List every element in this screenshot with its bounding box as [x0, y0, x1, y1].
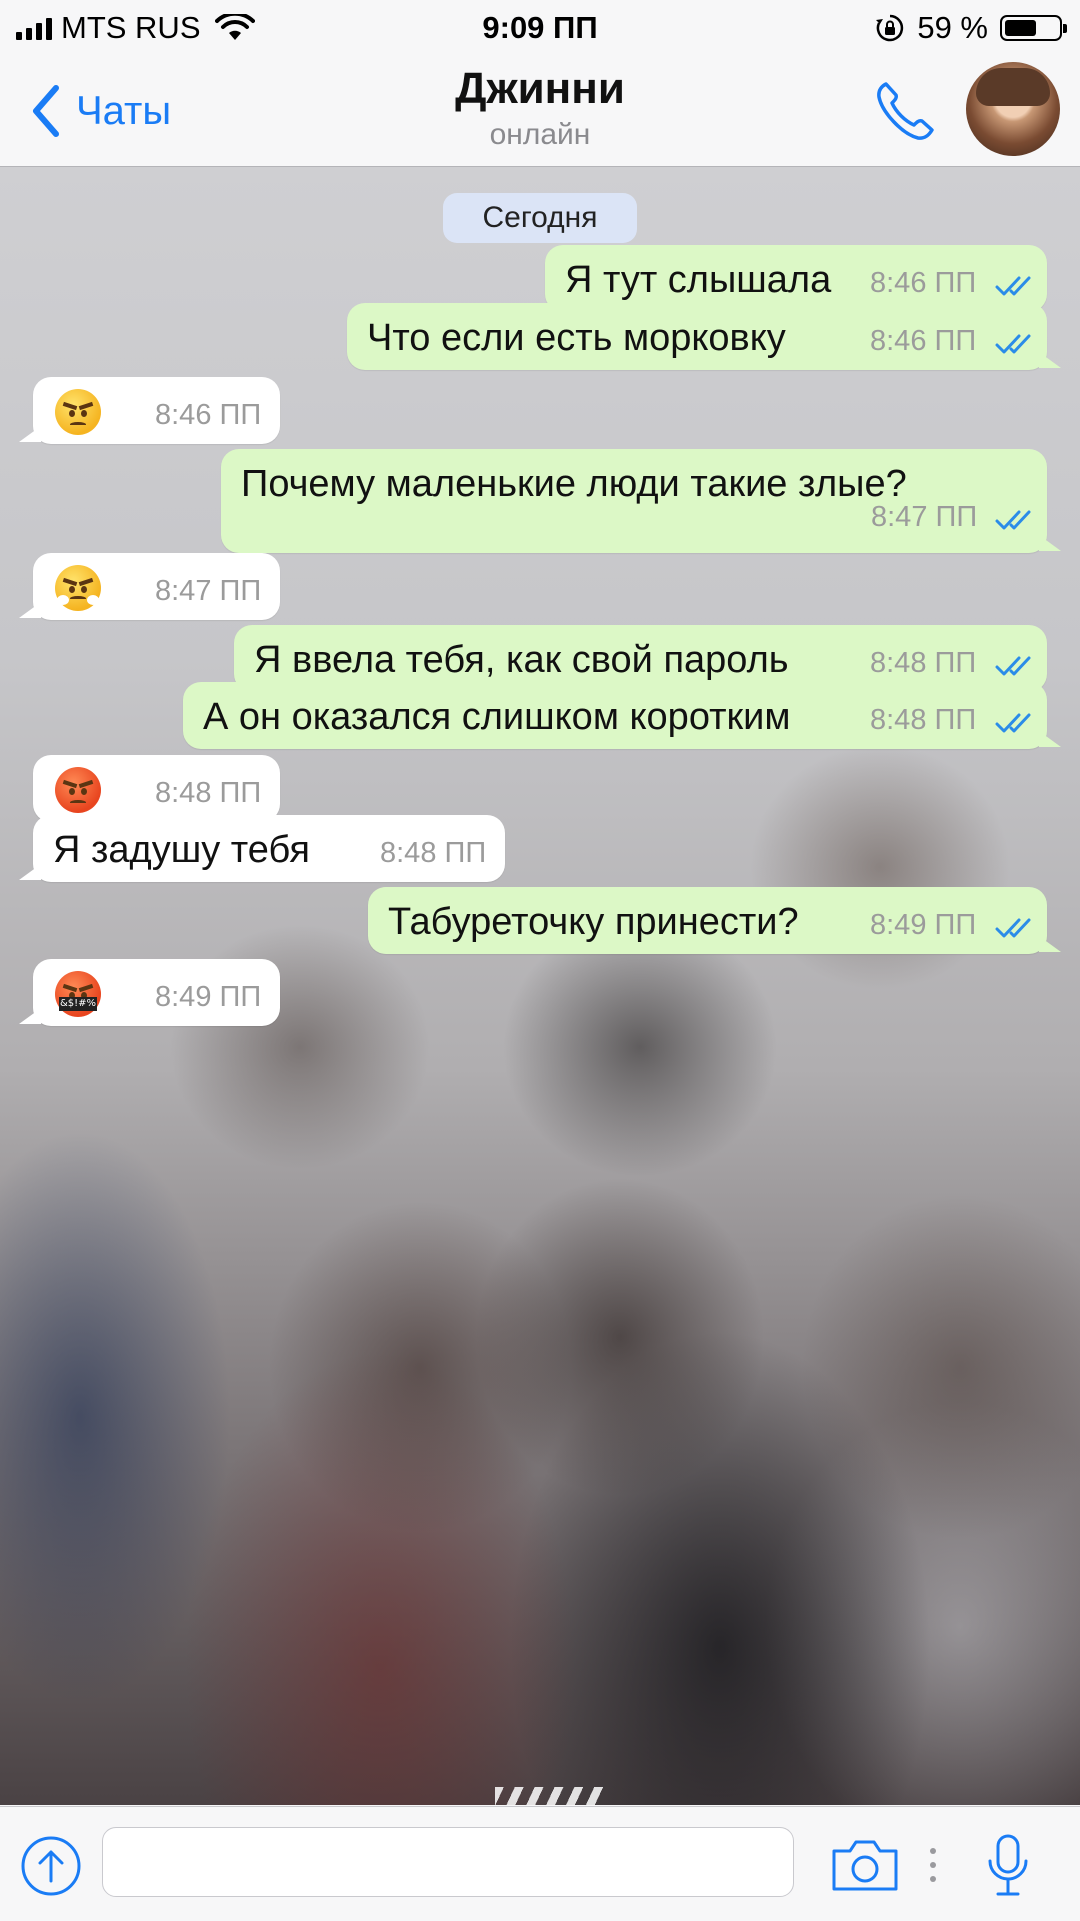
message-time: 8:49 ПП [155, 981, 262, 1013]
message-text: Что если есть морковку [367, 317, 786, 359]
incoming-message[interactable]: 8:47 ПП [19, 553, 280, 620]
avatar[interactable] [966, 62, 1060, 156]
bubble-tail [1039, 731, 1061, 747]
message-text: Я задушу тебя [53, 829, 310, 871]
incoming-message[interactable]: &$!#% 8:49 ПП [19, 959, 280, 1026]
read-checkmarks-icon [995, 656, 1031, 676]
orientation-lock-icon [876, 14, 904, 42]
outgoing-message[interactable]: Что если есть морковку 8:46 ПП [347, 303, 1061, 370]
more-dots-icon[interactable] [928, 1843, 938, 1887]
battery-icon [1000, 15, 1067, 41]
face-with-symbols-emoji: &$!#% [55, 971, 101, 1017]
message-text: Я ввела тебя, как свой пароль [254, 639, 789, 681]
message-time: 8:46 ПП [870, 267, 977, 299]
attach-icon[interactable] [20, 1835, 82, 1897]
chat-header: Чаты Джинни онлайн [0, 54, 1080, 167]
read-checkmarks-icon [995, 334, 1031, 354]
message-time: 8:48 ПП [870, 647, 977, 679]
bubble-tail [19, 864, 41, 880]
microphone-icon[interactable] [986, 1833, 1030, 1899]
angry-face-emoji [55, 389, 101, 435]
battery-percent: 59 % [917, 10, 988, 45]
outgoing-message[interactable]: Я тут слышала 8:46 ПП [545, 245, 1047, 312]
bubble-tail [19, 426, 41, 442]
battery-level [1005, 20, 1036, 36]
pouting-face-emoji [55, 767, 101, 813]
bubble-tail [19, 1008, 41, 1024]
incoming-message[interactable]: Я задушу тебя 8:48 ПП [19, 815, 505, 882]
date-separator: Сегодня [443, 193, 637, 243]
read-checkmarks-icon [995, 276, 1031, 296]
message-text: А он оказался слишком коротким [203, 696, 791, 738]
chat-area[interactable]: Сегодня Я тут слышала 8:46 ПП Что если ест… [0, 167, 1080, 1805]
bubble-tail [19, 602, 41, 618]
message-time: 8:47 ПП [155, 575, 262, 607]
message-text: Почему маленькие люди такие злые? [241, 463, 907, 505]
camera-icon[interactable] [830, 1837, 900, 1893]
status-bar: MTS RUS 9:09 ПП 59 % [0, 0, 1080, 54]
message-time: 8:48 ПП [870, 704, 977, 736]
message-input[interactable] [102, 1827, 794, 1897]
wallpaper-logo [495, 1787, 605, 1805]
incoming-message[interactable]: 8:48 ПП [33, 755, 280, 822]
phone-icon[interactable] [872, 78, 938, 144]
outgoing-message[interactable]: Табуреточку принести? 8:49 ПП [368, 887, 1061, 954]
message-time: 8:49 ПП [870, 909, 977, 941]
message-time: 8:48 ПП [380, 837, 487, 869]
message-time: 8:46 ПП [870, 325, 977, 357]
face-with-steam-emoji [55, 565, 101, 611]
outgoing-message[interactable]: Почему маленькие люди такие злые? 8:47 ПП [221, 449, 1061, 553]
bubble-tail [1039, 936, 1061, 952]
input-bar [0, 1806, 1080, 1921]
read-checkmarks-icon [995, 510, 1031, 530]
message-time: 8:46 ПП [155, 399, 262, 431]
bubble-tail [1039, 352, 1061, 368]
status-right: 59 % [875, 10, 1067, 46]
emoji-symbols: &$!#% [59, 997, 97, 1011]
read-checkmarks-icon [995, 918, 1031, 938]
message-time: 8:48 ПП [155, 777, 262, 809]
incoming-message[interactable]: 8:46 ПП [19, 377, 280, 444]
message-text: Я тут слышала [565, 259, 832, 301]
message-text: Табуреточку принести? [388, 901, 799, 943]
outgoing-message[interactable]: А он оказался слишком коротким 8:48 ПП [183, 682, 1061, 749]
bubble-tail [1039, 535, 1061, 551]
read-checkmarks-icon [995, 713, 1031, 733]
message-time: 8:47 ПП [871, 501, 978, 533]
